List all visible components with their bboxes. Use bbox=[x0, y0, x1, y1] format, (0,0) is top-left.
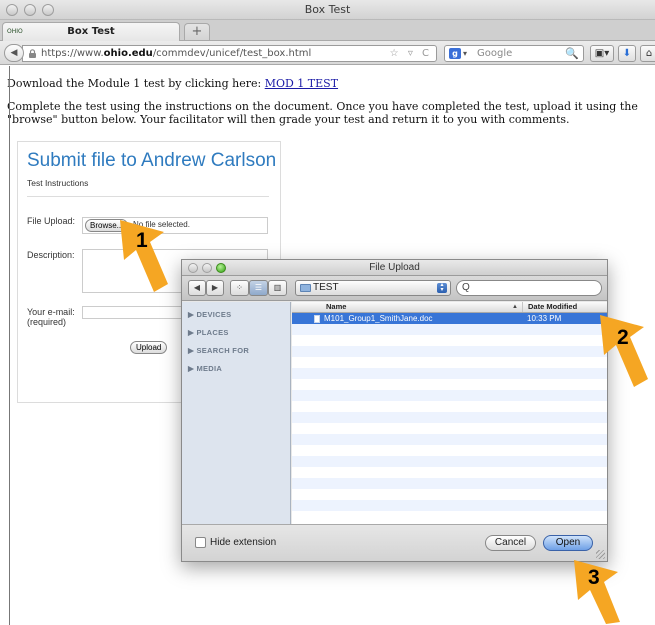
dialog-sidebar: ▶ DEVICES ▶ PLACES ▶ SEARCH FOR ▶ MEDIA bbox=[182, 302, 291, 524]
dialog-footer: Hide extension Cancel Open bbox=[182, 524, 607, 561]
folder-icon bbox=[300, 284, 311, 292]
dialog-title: File Upload bbox=[182, 260, 607, 276]
window-titlebar: Box Test bbox=[0, 0, 655, 20]
open-button[interactable]: Open bbox=[543, 535, 593, 551]
popup-arrows-icon: ▴ ▾ bbox=[437, 282, 447, 293]
empty-list-row bbox=[292, 357, 607, 368]
tab-bar: OHIO Box Test + bbox=[0, 20, 655, 41]
file-list: Name ▲ Date Modified M101_Group1_SmithJa… bbox=[292, 302, 607, 524]
callout-number-1: 1 bbox=[136, 229, 148, 252]
dialog-search-field[interactable]: Q bbox=[456, 280, 602, 296]
empty-list-row bbox=[292, 412, 607, 423]
callout-number-2: 2 bbox=[617, 326, 629, 349]
url-domain: ohio.edu bbox=[103, 48, 153, 59]
folder-name: TEST bbox=[313, 282, 339, 293]
empty-list-row bbox=[292, 445, 607, 456]
window-title: Box Test bbox=[304, 3, 351, 16]
hide-extension-label: Hide extension bbox=[210, 537, 277, 548]
tab-label: Box Test bbox=[67, 26, 115, 37]
empty-list-row bbox=[292, 368, 607, 379]
empty-list-row bbox=[292, 489, 607, 500]
dialog-title-text: File Upload bbox=[369, 262, 420, 273]
empty-list-row bbox=[292, 511, 607, 522]
sort-arrow-icon: ▲ bbox=[512, 304, 518, 310]
chevron-down-icon[interactable]: ▾ bbox=[463, 46, 467, 61]
download-button[interactable]: ⬇ bbox=[618, 45, 636, 62]
forward-nav-button[interactable]: ▶ bbox=[206, 280, 224, 296]
empty-list-row bbox=[292, 390, 607, 401]
file-upload-label: File Upload: bbox=[27, 216, 76, 226]
empty-list-row bbox=[292, 346, 607, 357]
bookmark-reload-icons[interactable]: ☆ ▿ C bbox=[390, 46, 432, 61]
home-button[interactable]: ⌂ bbox=[640, 45, 655, 62]
back-button[interactable]: ◀ bbox=[4, 44, 24, 62]
file-date: 10:33 PM bbox=[527, 314, 562, 323]
google-icon[interactable]: g bbox=[449, 48, 461, 59]
empty-list-row bbox=[292, 324, 607, 335]
folder-popup[interactable]: TEST ▴ ▾ bbox=[295, 280, 451, 296]
dialog-close-button[interactable] bbox=[188, 263, 198, 273]
empty-list-row bbox=[292, 434, 607, 445]
callout-arrow-2-icon bbox=[600, 315, 648, 387]
file-upload-dialog: File Upload ◀ ▶ ⁘ ☰ ▥ TEST ▴ ▾ Q ▶ DEVICE… bbox=[181, 259, 608, 562]
name-column-header[interactable]: Name bbox=[326, 302, 346, 312]
dialog-zoom-button[interactable] bbox=[216, 263, 226, 273]
empty-list-row bbox=[292, 478, 607, 489]
addon-button[interactable]: ▣▾ bbox=[590, 45, 614, 62]
download-text: Download the Module 1 test by clicking h… bbox=[7, 77, 265, 90]
description-label: Description: bbox=[27, 250, 75, 260]
mod1-test-link[interactable]: MOD 1 TEST bbox=[265, 77, 338, 90]
file-list-header: Name ▲ Date Modified bbox=[292, 302, 607, 313]
instructions-paragraph: Complete the test using the instructions… bbox=[7, 100, 638, 126]
new-tab-button[interactable]: + bbox=[184, 23, 210, 40]
tab-box-test[interactable]: OHIO Box Test bbox=[2, 22, 180, 41]
empty-list-row bbox=[292, 379, 607, 390]
column-view-button[interactable]: ▥ bbox=[268, 280, 287, 296]
callout-arrow-1-icon bbox=[120, 220, 168, 292]
file-row[interactable]: M101_Group1_SmithJane.doc 10:33 PM bbox=[292, 313, 607, 324]
form-subtitle: Test Instructions bbox=[27, 178, 89, 188]
document-icon bbox=[314, 315, 320, 323]
search-icon[interactable]: 🔍 bbox=[565, 46, 579, 61]
search-placeholder: Google bbox=[477, 48, 513, 59]
file-name: M101_Group1_SmithJane.doc bbox=[324, 314, 433, 323]
file-upload-field[interactable]: Browse... No file selected. bbox=[82, 217, 268, 234]
empty-list-row bbox=[292, 335, 607, 346]
url-prefix: https://www. bbox=[41, 48, 104, 59]
search-bar[interactable]: g ▾ Google 🔍 bbox=[444, 45, 584, 62]
url-path: /commdev/unicef/test_box.html bbox=[152, 48, 312, 59]
empty-list-row bbox=[292, 401, 607, 412]
download-paragraph: Download the Module 1 test by clicking h… bbox=[7, 77, 338, 90]
empty-list-row bbox=[292, 456, 607, 467]
dialog-minimize-button[interactable] bbox=[202, 263, 212, 273]
sidebar-item-devices[interactable]: ▶ DEVICES bbox=[188, 310, 231, 319]
address-bar[interactable]: https://www.ohio.edu/commdev/unicef/test… bbox=[22, 45, 437, 62]
form-title: Submit file to Andrew Carlson bbox=[27, 150, 277, 171]
list-view-button[interactable]: ☰ bbox=[249, 280, 268, 296]
hide-extension-checkbox[interactable] bbox=[195, 537, 206, 548]
lock-icon bbox=[29, 49, 36, 58]
back-nav-button[interactable]: ◀ bbox=[188, 280, 206, 296]
sidebar-item-places[interactable]: ▶ PLACES bbox=[188, 328, 229, 337]
sidebar-item-media[interactable]: ▶ MEDIA bbox=[188, 364, 222, 373]
cancel-button[interactable]: Cancel bbox=[485, 535, 536, 551]
empty-list-row bbox=[292, 500, 607, 511]
icon-view-button[interactable]: ⁘ bbox=[230, 280, 249, 296]
search-icon: Q bbox=[462, 282, 470, 293]
dialog-toolbar: ◀ ▶ ⁘ ☰ ▥ TEST ▴ ▾ Q bbox=[182, 276, 607, 301]
divider bbox=[27, 196, 269, 197]
page-border bbox=[9, 66, 10, 625]
email-label: Your e-mail: (required) bbox=[27, 307, 75, 327]
upload-button[interactable]: Upload bbox=[130, 341, 168, 354]
navigation-toolbar: https://www.ohio.edu/commdev/unicef/test… bbox=[0, 41, 655, 65]
sidebar-item-search-for[interactable]: ▶ SEARCH FOR bbox=[188, 346, 249, 355]
callout-number-3: 3 bbox=[588, 566, 600, 589]
empty-list-row bbox=[292, 467, 607, 478]
empty-list-row bbox=[292, 423, 607, 434]
